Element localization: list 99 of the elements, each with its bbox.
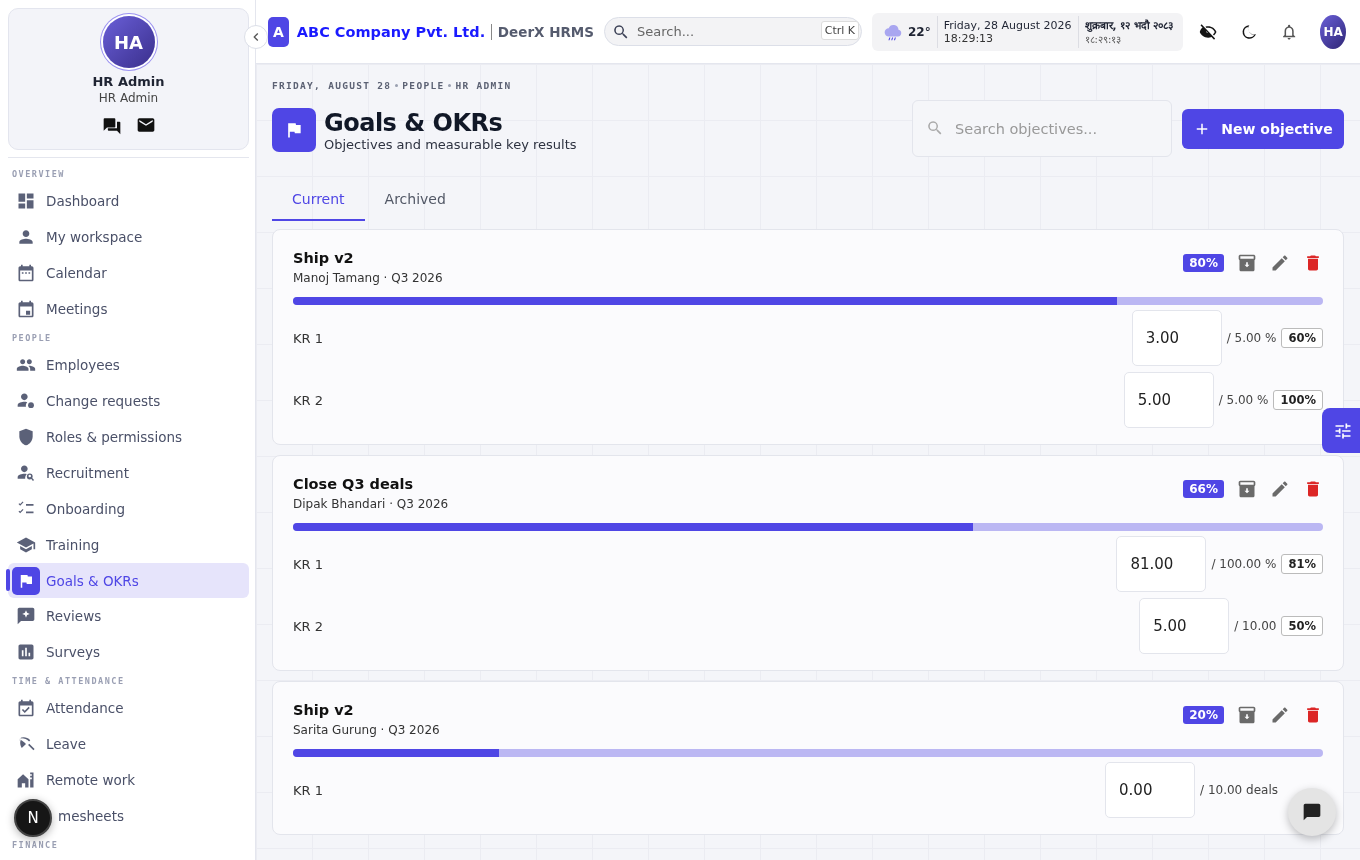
graduation-cap-icon xyxy=(16,535,36,555)
breadcrumb: PEOPLE xyxy=(402,79,445,91)
product-name: DeerX HRMS xyxy=(497,23,594,40)
objective-title: Close Q3 deals xyxy=(293,476,415,492)
nav-item[interactable]: Roles & permissions xyxy=(8,419,249,455)
page-subtitle: Objectives and measurable key results xyxy=(324,136,577,152)
progress-badge: 80% xyxy=(1183,254,1224,272)
time-text: 18:29:13 xyxy=(943,31,994,45)
edit-icon[interactable] xyxy=(1270,253,1290,273)
nav-item[interactable]: Reviews xyxy=(8,598,249,634)
search-icon xyxy=(926,119,944,137)
breadcrumb: HR ADMIN xyxy=(455,79,512,91)
nav-item[interactable]: Goals & OKRs xyxy=(8,563,249,598)
search-icon xyxy=(612,23,630,41)
key-result-label: KR 2 xyxy=(293,392,324,408)
objective-title: Ship v2 xyxy=(293,250,355,266)
target-text: / 5.00 % xyxy=(1226,331,1277,345)
target-text: / 10.00 xyxy=(1234,619,1277,633)
percent-badge: 81% xyxy=(1281,554,1323,574)
nav-item[interactable]: Calendar xyxy=(8,255,249,291)
nav-item[interactable]: Meetings xyxy=(8,291,249,327)
value-field[interactable]: 5.00 xyxy=(1139,598,1230,654)
bar-chart-icon xyxy=(16,642,36,662)
avatar[interactable]: HA xyxy=(102,16,155,68)
objective-meta: Sarita Gurung · Q3 2026 xyxy=(293,723,440,737)
floating-button[interactable]: N xyxy=(14,799,52,837)
nav-item[interactable]: Employees xyxy=(8,347,249,383)
date-text: Friday, 28 August 2026 xyxy=(943,18,1072,32)
nav-item[interactable]: Training xyxy=(8,527,249,563)
tab[interactable]: Current xyxy=(272,179,365,221)
user-name: HR Admin xyxy=(92,74,165,89)
value-field[interactable]: 3.00 xyxy=(1131,310,1222,366)
nav-item[interactable]: My workspace xyxy=(8,219,249,255)
tab[interactable]: Archived xyxy=(364,179,466,221)
nav-item[interactable]: Recruitment xyxy=(8,455,249,491)
target-text: / 10.00 deals xyxy=(1200,783,1278,797)
progress-badge: 66% xyxy=(1183,480,1224,498)
chat-icon[interactable] xyxy=(101,115,122,135)
key-result-label: KR 1 xyxy=(293,330,324,346)
objective-meta: Manoj Tamang · Q3 2026 xyxy=(293,271,443,285)
section-label: FINANCE xyxy=(11,839,60,852)
flag-icon xyxy=(272,108,316,152)
key-result-label: KR 1 xyxy=(293,556,324,572)
nav-item[interactable]: Dashboard xyxy=(8,183,249,219)
section-label: TIME & ATTENDANCE xyxy=(11,675,126,688)
shortcut-key: Ctrl K xyxy=(820,21,859,40)
collapse-button[interactable] xyxy=(244,25,268,49)
settings-button[interactable] xyxy=(1322,408,1360,453)
date-text: शुक्रबार, १२ भदौ २०८३ xyxy=(1084,17,1174,32)
percent-badge: 100% xyxy=(1273,390,1323,410)
shield-icon xyxy=(16,427,36,447)
nav-item[interactable]: Attendance xyxy=(8,690,249,726)
nav-item[interactable]: mesheets xyxy=(50,798,249,834)
logo[interactable]: A xyxy=(268,16,289,47)
new-objective-button[interactable]: New objective xyxy=(1182,108,1344,149)
value-field[interactable]: 0.00 xyxy=(1105,762,1196,818)
calendar-icon xyxy=(16,263,36,283)
nav-item[interactable]: Remote work xyxy=(8,762,249,798)
company-name[interactable]: ABC Company Pvt. Ltd. xyxy=(296,23,486,40)
nav-item[interactable]: Surveys xyxy=(8,634,249,670)
percent-badge: 50% xyxy=(1281,616,1323,636)
archive-icon[interactable] xyxy=(1237,705,1257,725)
key-result-label: KR 2 xyxy=(293,618,324,634)
page-title: Goals & OKRs xyxy=(324,108,504,137)
nav-item[interactable]: Onboarding xyxy=(8,491,249,527)
mail-icon[interactable] xyxy=(135,115,156,135)
chat-star-icon xyxy=(16,606,36,626)
nav-item[interactable]: Change requests xyxy=(8,383,249,419)
nav-item[interactable]: Leave xyxy=(8,726,249,762)
search-field[interactable]: Search objectives... xyxy=(912,100,1172,157)
progress-badge: 20% xyxy=(1183,706,1224,724)
edit-icon[interactable] xyxy=(1270,705,1290,725)
target-text: / 100.00 % xyxy=(1211,557,1277,571)
person-gear-icon xyxy=(16,391,36,411)
house-icon xyxy=(16,770,36,790)
archive-icon[interactable] xyxy=(1237,253,1257,273)
person-search-icon xyxy=(16,463,36,483)
calendar-icon xyxy=(16,299,36,319)
key-result-label: KR 1 xyxy=(293,782,324,798)
breadcrumb: FRIDAY, AUGUST 28 xyxy=(272,79,392,91)
flag-icon xyxy=(12,566,40,595)
user-role: HR Admin xyxy=(98,91,159,105)
calendar-check-icon xyxy=(16,698,36,718)
value-field[interactable]: 81.00 xyxy=(1116,536,1207,592)
section-label: PEOPLE xyxy=(11,332,53,345)
edit-icon[interactable] xyxy=(1270,479,1290,499)
avatar[interactable]: HA xyxy=(1320,14,1346,49)
archive-icon[interactable] xyxy=(1237,479,1257,499)
section-label: OVERVIEW xyxy=(11,168,66,181)
value-field[interactable]: 5.00 xyxy=(1123,372,1214,428)
objective-title: Ship v2 xyxy=(293,702,355,718)
dashboard-icon xyxy=(16,191,36,211)
time-text: १८:२९:१३ xyxy=(1084,32,1122,46)
percent-badge: 60% xyxy=(1281,328,1323,348)
active-indicator xyxy=(6,569,10,591)
temperature: 22° xyxy=(908,24,931,39)
target-text: / 5.00 % xyxy=(1218,393,1269,407)
chat-icon xyxy=(1302,802,1322,822)
objective-meta: Dipak Bhandari · Q3 2026 xyxy=(293,497,449,511)
